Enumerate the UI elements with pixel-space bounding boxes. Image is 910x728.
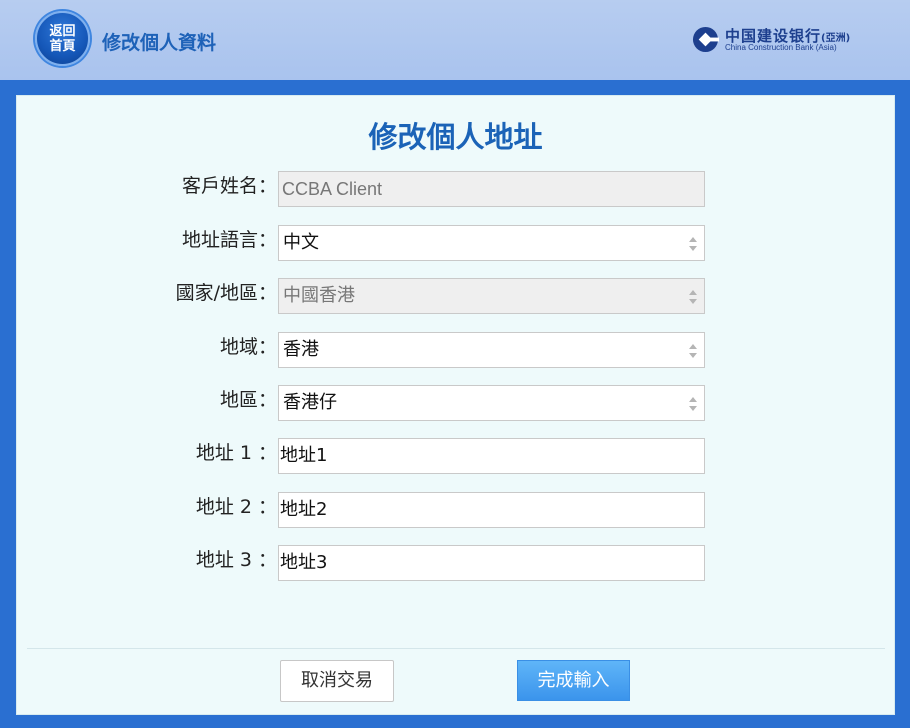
ccb-logo-icon	[692, 26, 719, 53]
bank-logo: 中国建设银行(亞洲) China Construction Bank (Asia…	[692, 24, 882, 56]
home-button[interactable]: 返回首頁	[35, 11, 90, 66]
row-country-region: 國家/地區： 中國香港	[17, 278, 894, 314]
row-address-3: 地址 3 ： 地址3	[17, 545, 894, 581]
address-language-label: 地址語言：	[181, 229, 277, 251]
country-region-select: 中國香港	[278, 278, 705, 314]
territory-value: 香港	[283, 339, 319, 360]
home-button-label: 返回首頁	[49, 23, 76, 54]
country-region-value: 中國香港	[283, 285, 355, 306]
address-3-input[interactable]: 地址3	[278, 545, 705, 581]
select-arrows-icon	[689, 397, 697, 411]
row-address-2: 地址 2 ： 地址2	[17, 492, 894, 528]
select-arrows-icon	[689, 290, 697, 304]
territory-label: 地域：	[219, 336, 277, 358]
district-label: 地區：	[219, 389, 277, 411]
address-form-panel: 修改個人地址 客戶姓名： CCBA Client 地址語言： 中文 國家/地區：…	[16, 95, 895, 715]
row-address-language: 地址語言： 中文	[17, 225, 894, 261]
row-address-1: 地址 1 ： 地址1	[17, 438, 894, 474]
confirm-input-button[interactable]: 完成輸入	[517, 660, 630, 701]
page-header-title: 修改個人資料	[102, 32, 217, 54]
country-region-label: 國家/地區：	[175, 282, 277, 304]
row-territory: 地域： 香港	[17, 332, 894, 368]
address-2-label: 地址 2 ：	[195, 496, 277, 518]
select-arrows-icon	[689, 237, 697, 251]
address-1-input[interactable]: 地址1	[278, 438, 705, 474]
form-title: 修改個人地址	[368, 120, 543, 154]
row-district: 地區： 香港仔	[17, 385, 894, 421]
district-value: 香港仔	[283, 392, 337, 413]
top-bar: 返回首頁 修改個人資料 中国建设银行(亞洲) China Constructio…	[0, 0, 910, 80]
row-customer-name: 客戶姓名： CCBA Client	[17, 171, 894, 207]
divider	[27, 648, 885, 649]
district-select[interactable]: 香港仔	[278, 385, 705, 421]
select-arrows-icon	[689, 344, 697, 358]
address-1-label: 地址 1 ：	[195, 442, 277, 464]
address-language-value: 中文	[283, 232, 319, 253]
address-2-input[interactable]: 地址2	[278, 492, 705, 528]
customer-name-label: 客戶姓名：	[181, 175, 277, 197]
cancel-transaction-button[interactable]: 取消交易	[280, 660, 394, 702]
address-language-select[interactable]: 中文	[278, 225, 705, 261]
territory-select[interactable]: 香港	[278, 332, 705, 368]
customer-name-field: CCBA Client	[278, 171, 705, 207]
logo-english-name: China Construction Bank (Asia)	[725, 43, 837, 52]
address-3-label: 地址 3 ：	[195, 549, 277, 571]
